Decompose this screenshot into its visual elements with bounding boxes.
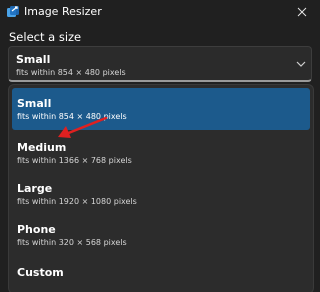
close-button[interactable] (290, 2, 314, 22)
combobox-selected-name: Small (16, 53, 51, 66)
option-name: Medium (17, 141, 67, 154)
size-dropdown-list: Small fits within 854 × 480 pixels Mediu… (8, 84, 314, 292)
window-title: Image Resizer (24, 5, 102, 18)
chevron-down-icon (296, 61, 306, 67)
dropdown-option-phone[interactable]: Phone fits within 320 × 568 pixels (12, 214, 310, 256)
option-name: Large (17, 182, 53, 195)
option-description: fits within 1920 × 1080 pixels (17, 197, 137, 206)
combobox-selected-description: fits within 854 × 480 pixels (16, 68, 126, 77)
title-bar[interactable]: Image Resizer (0, 0, 320, 24)
option-name: Small (17, 97, 52, 110)
size-combobox[interactable]: Small fits within 854 × 480 pixels (8, 46, 312, 82)
image-resizer-window: Image Resizer Select a size Small fits w… (0, 0, 320, 292)
dropdown-option-small[interactable]: Small fits within 854 × 480 pixels (12, 88, 310, 130)
option-name: Phone (17, 223, 56, 236)
app-icon (7, 6, 19, 17)
close-icon (297, 7, 307, 17)
option-description: fits within 320 × 568 pixels (17, 238, 127, 247)
dropdown-option-medium[interactable]: Medium fits within 1366 × 768 pixels (12, 132, 310, 174)
option-description: fits within 1366 × 768 pixels (17, 156, 132, 165)
dropdown-option-large[interactable]: Large fits within 1920 × 1080 pixels (12, 173, 310, 215)
option-description: fits within 854 × 480 pixels (17, 112, 127, 121)
dropdown-option-custom[interactable]: Custom (12, 257, 310, 292)
option-name: Custom (17, 266, 64, 279)
select-size-label: Select a size (9, 30, 82, 44)
